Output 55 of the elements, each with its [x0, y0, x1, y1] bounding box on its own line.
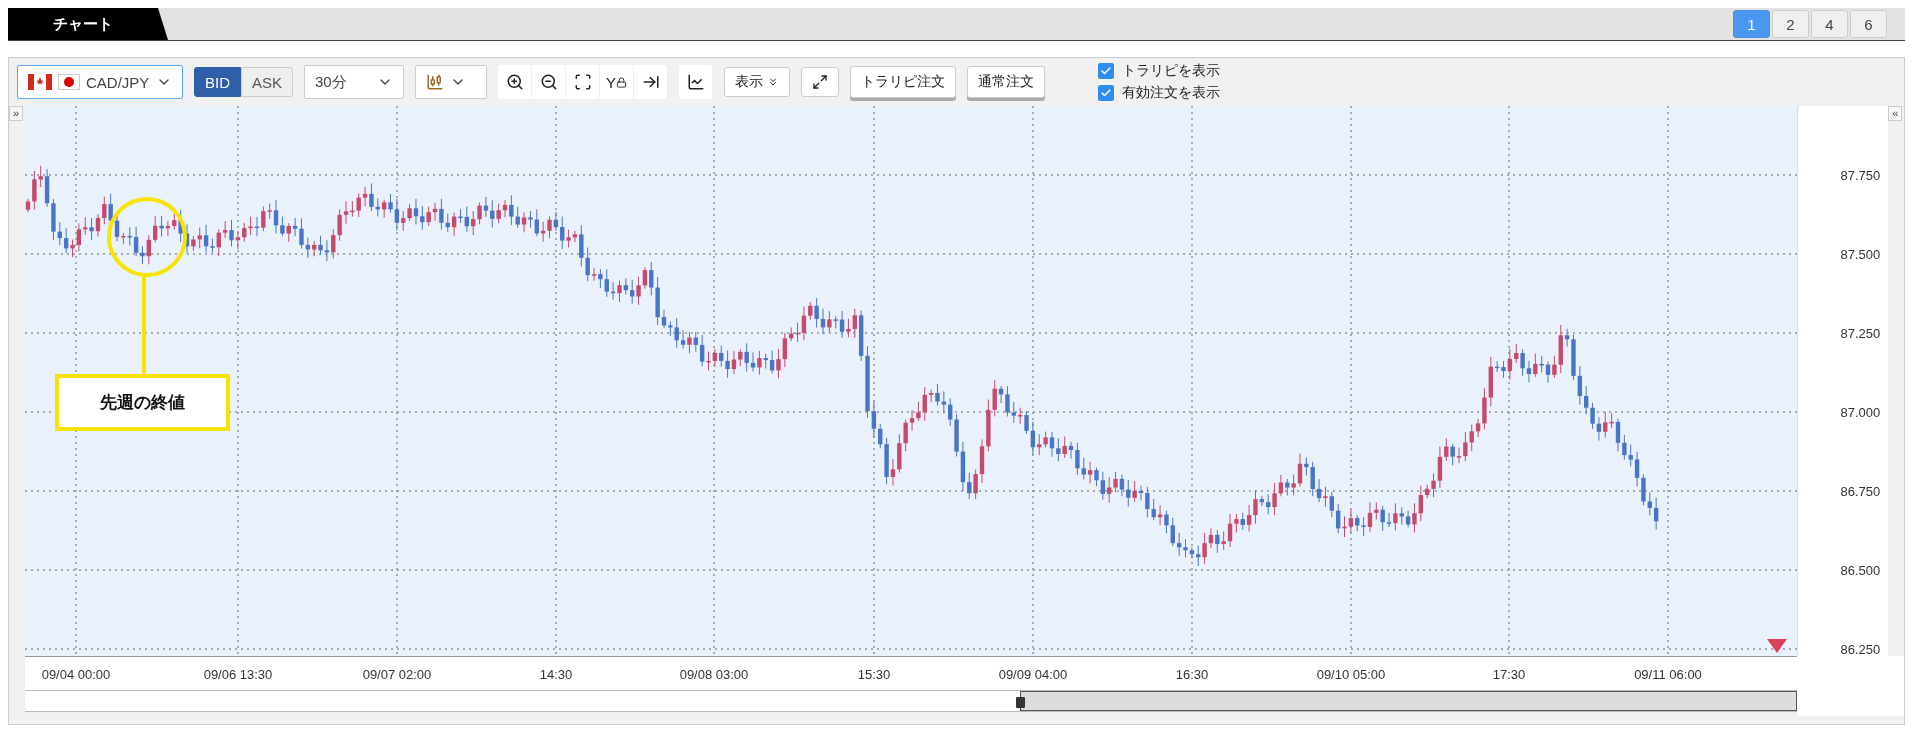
price-label: 86.500: [1840, 562, 1881, 578]
zoom-in-icon: [505, 73, 524, 91]
collapse-right-button[interactable]: «: [1888, 106, 1903, 121]
down-triangle-marker: [1766, 639, 1787, 653]
time-label: 09/09 04:00: [998, 667, 1068, 682]
arrow-to-line-icon: [641, 73, 660, 91]
timeframe-select[interactable]: 30分: [304, 65, 405, 99]
frame-corners-icon: [573, 73, 592, 91]
navigator-handle[interactable]: [1016, 697, 1025, 708]
time-label: 09/06 13:30: [203, 667, 273, 682]
price-side-toggle[interactable]: BID: [194, 67, 241, 97]
price-label: 87.000: [1840, 404, 1881, 420]
time-label: 09/11 06:00: [1634, 667, 1702, 682]
price-label: 87.500: [1840, 246, 1881, 262]
price-label: 87.750: [1840, 167, 1881, 183]
price-label: 87.250: [1840, 325, 1881, 341]
candlestick-icon: [426, 73, 445, 91]
zoom-in-button[interactable]: [498, 65, 533, 99]
checkbox[interactable]: [1098, 63, 1115, 79]
check-icon: [1100, 65, 1113, 77]
layout-button[interactable]: 4: [1811, 10, 1848, 38]
time-label: 14:30: [539, 667, 573, 682]
time-label: 09/10 05:00: [1316, 667, 1386, 682]
layout-button[interactable]: 6: [1850, 10, 1887, 38]
display-button[interactable]: 表示: [724, 67, 791, 97]
time-label: 09/08 03:00: [679, 667, 749, 682]
canada-flag-icon: [28, 74, 52, 90]
time-label: 09/04 00:00: [41, 667, 111, 682]
expand-icon: [812, 74, 829, 90]
price-label: 86.750: [1840, 483, 1881, 499]
lock-icon: [616, 76, 628, 88]
checkbox-label: トラリピを表示: [1122, 62, 1221, 80]
chart-tab[interactable]: チャート: [8, 8, 168, 40]
checkbox[interactable]: [1098, 85, 1115, 101]
order-button[interactable]: 通常注文: [967, 66, 1046, 98]
time-label: 15:30: [857, 667, 891, 682]
japan-flag-icon: [58, 74, 80, 90]
time-label: 09/07 02:00: [362, 667, 432, 682]
line-chart-icon: [686, 73, 705, 91]
add-indicator-button[interactable]: [679, 65, 714, 99]
check-icon: [1100, 87, 1113, 99]
expand-left-button[interactable]: »: [9, 106, 23, 121]
chart-type-select[interactable]: [415, 65, 488, 99]
fullscreen-button[interactable]: [801, 67, 840, 97]
checkbox-label: 有効注文を表示: [1122, 84, 1221, 102]
range-navigator[interactable]: [25, 690, 1797, 712]
price-side-toggle[interactable]: ASK: [241, 67, 294, 97]
time-label: 16:30: [1175, 667, 1209, 682]
callout-label: 先週の終値: [54, 374, 230, 431]
layout-button[interactable]: 2: [1772, 10, 1809, 38]
price-label: 86.250: [1840, 641, 1881, 657]
time-label: 17:30: [1492, 667, 1526, 682]
zoom-out-icon: [539, 73, 558, 91]
order-button[interactable]: トラリピ注文: [850, 66, 957, 98]
currency-pair-select[interactable]: CAD/JPY: [17, 65, 183, 99]
